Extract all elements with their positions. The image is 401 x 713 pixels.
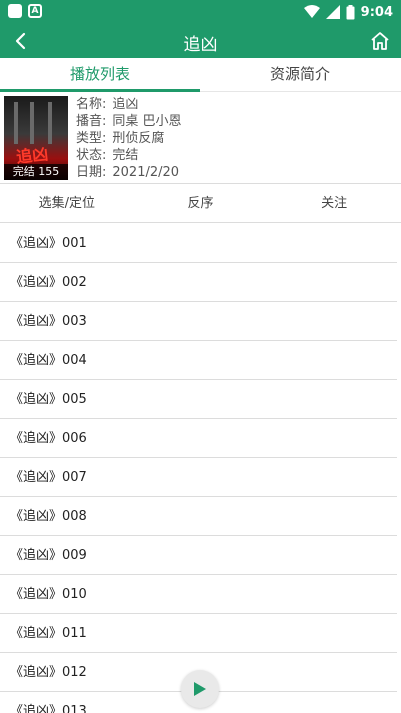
- resource-info: 追凶 完结 155 名称: 追凶 播音: 同桌 巴小恩 类型: 刑侦反腐 状态: 完结 …: [0, 92, 401, 184]
- list-item[interactable]: 《追凶》001: [0, 224, 397, 263]
- list-options: 选集/定位 反序 关注: [0, 185, 401, 223]
- battery-icon: [346, 4, 355, 19]
- meta-name: 名称: 追凶: [76, 97, 139, 112]
- status-bar: A 9:04: [0, 0, 401, 24]
- tab-intro[interactable]: 资源简介: [200, 58, 400, 91]
- cover-image: 追凶 完结 155: [4, 96, 68, 180]
- episode-list: 《追凶》001 《追凶》002 《追凶》003 《追凶》004 《追凶》005 …: [0, 224, 401, 713]
- notification-icon: [8, 4, 22, 18]
- play-icon: [194, 682, 206, 696]
- list-item[interactable]: 《追凶》006: [0, 419, 397, 458]
- tab-bar: 播放列表 资源简介: [0, 58, 401, 92]
- list-item[interactable]: 《追凶》011: [0, 614, 397, 653]
- meta-list: 名称: 追凶 播音: 同桌 巴小恩 类型: 刑侦反腐 状态: 完结 日期: 2021/2/…: [76, 96, 182, 181]
- list-item[interactable]: 《追凶》010: [0, 575, 397, 614]
- list-item[interactable]: 《追凶》009: [0, 536, 397, 575]
- home-icon[interactable]: [369, 30, 391, 52]
- list-item[interactable]: 《追凶》004: [0, 341, 397, 380]
- list-item[interactable]: 《追凶》008: [0, 497, 397, 536]
- list-item[interactable]: 《追凶》007: [0, 458, 397, 497]
- meta-status: 状态: 完结: [76, 148, 139, 163]
- status-right: 9:04: [303, 3, 393, 21]
- page-title: 追凶: [183, 35, 218, 55]
- status-time: 9:04: [360, 4, 393, 20]
- list-item[interactable]: 《追凶》003: [0, 302, 397, 341]
- tab-playlist[interactable]: 播放列表: [0, 58, 200, 92]
- meta-type: 类型: 刑侦反腐: [76, 131, 165, 146]
- cover-badge: 完结 155: [4, 164, 68, 180]
- play-button[interactable]: [181, 670, 219, 708]
- wifi-icon: [303, 5, 320, 18]
- list-item[interactable]: 《追凶》005: [0, 380, 397, 419]
- signal-icon: [325, 5, 340, 19]
- meta-narrator: 播音: 同桌 巴小恩: [76, 114, 182, 129]
- app-bar: 追凶: [0, 24, 401, 58]
- select-episode-button[interactable]: 选集/定位: [0, 185, 134, 222]
- follow-button[interactable]: 关注: [267, 185, 401, 222]
- reverse-order-button[interactable]: 反序: [134, 185, 268, 222]
- meta-date: 日期: 2021/2/20: [76, 165, 180, 180]
- notification-a-icon: A: [28, 4, 42, 18]
- list-item[interactable]: 《追凶》002: [0, 263, 397, 302]
